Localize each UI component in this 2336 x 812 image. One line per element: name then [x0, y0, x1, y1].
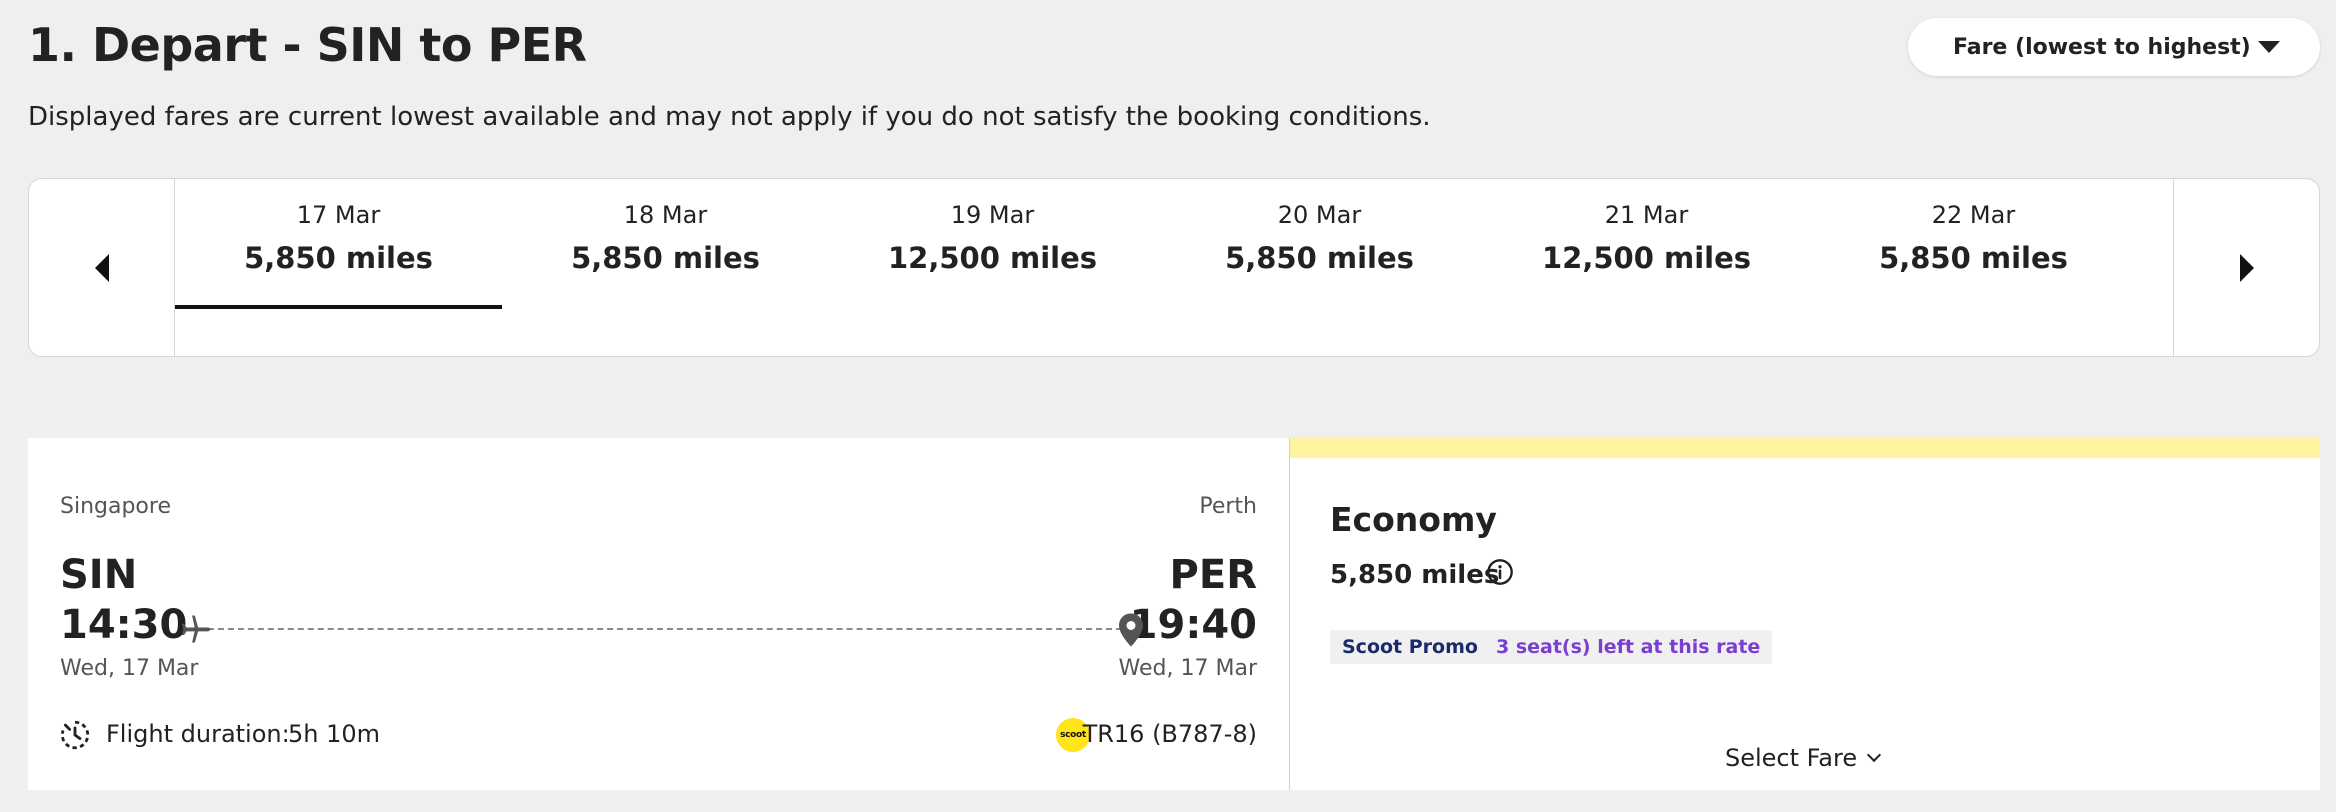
departure-date: Wed, 17 Mar: [60, 656, 199, 681]
date-tabs: 17 Mar 5,850 miles 18 Mar 5,850 miles 19…: [175, 179, 2174, 356]
chevron-right-icon: [2239, 253, 2254, 282]
chevron-down-icon: [1867, 747, 1882, 763]
arrival-time: 19:40: [1129, 602, 1257, 648]
sort-dropdown[interactable]: Fare (lowest to highest): [1908, 18, 2320, 76]
date-tab-17-mar[interactable]: 17 Mar 5,850 miles: [175, 179, 502, 309]
prev-dates-button[interactable]: [29, 179, 175, 356]
date-tab-date: 22 Mar: [1931, 201, 2016, 229]
date-tab-miles: 5,850 miles: [1879, 241, 2068, 275]
date-tab-21-mar[interactable]: 21 Mar 12,500 miles: [1483, 179, 1810, 309]
caret-down-icon: [2258, 41, 2280, 53]
destination-city: Perth: [1199, 494, 1257, 519]
seats-left-badge: 3 seat(s) left at this rate: [1484, 630, 1773, 664]
flight-details-card: Singapore Perth SIN PER 14:30 19:40 Wed,…: [28, 438, 1290, 790]
date-tab-date: 20 Mar: [1277, 201, 1362, 229]
info-icon[interactable]: [1486, 558, 1514, 586]
clock-icon: [60, 720, 90, 750]
date-tab-19-mar[interactable]: 19 Mar 12,500 miles: [829, 179, 1156, 309]
location-pin-icon: [1119, 613, 1143, 647]
date-tab-miles: 5,850 miles: [244, 241, 433, 275]
date-tab-date: 19 Mar: [950, 201, 1035, 229]
duration-label: Flight duration:: [106, 720, 290, 748]
date-tab-miles: 5,850 miles: [571, 241, 760, 275]
flight-selection-page: 1. Depart - SIN to PER Displayed fares a…: [0, 0, 2336, 812]
select-fare-button[interactable]: Select Fare: [1725, 744, 1882, 772]
chevron-left-icon: [94, 253, 109, 282]
origin-city: Singapore: [60, 494, 171, 519]
date-tab-date: 18 Mar: [623, 201, 708, 229]
date-tab-22-mar[interactable]: 22 Mar 5,850 miles: [1810, 179, 2137, 309]
promo-badge: Scoot Promo: [1330, 630, 1490, 664]
date-tab-miles: 12,500 miles: [887, 241, 1098, 275]
destination-code: PER: [1169, 552, 1257, 598]
date-carousel: 17 Mar 5,850 miles 18 Mar 5,850 miles 19…: [28, 178, 2320, 357]
date-tab-miles: 12,500 miles: [1541, 241, 1752, 275]
plane-icon: [181, 615, 211, 643]
select-fare-label: Select Fare: [1725, 744, 1858, 772]
date-tab-date: 21 Mar: [1604, 201, 1689, 229]
fare-card-economy: Economy 5,850 miles Scoot Promo 3 seat(s…: [1290, 438, 2320, 790]
origin-code: SIN: [60, 552, 138, 598]
flight-number: TR16 (B787-8): [1082, 720, 1257, 748]
route-line: [198, 628, 1122, 630]
date-tab-miles: 5,850 miles: [1225, 241, 1414, 275]
sort-selected-label: Fare (lowest to highest): [1953, 34, 2251, 60]
date-tab-18-mar[interactable]: 18 Mar 5,850 miles: [502, 179, 829, 309]
page-subtitle: Displayed fares are current lowest avail…: [28, 102, 1431, 132]
fare-miles: 5,850 miles: [1330, 560, 1500, 590]
departure-time: 14:30: [60, 602, 188, 648]
fare-cabin-title: Economy: [1330, 500, 1497, 539]
duration-value: 5h 10m: [288, 720, 381, 748]
page-title: 1. Depart - SIN to PER: [28, 18, 587, 72]
arrival-date: Wed, 17 Mar: [1118, 656, 1257, 681]
date-tab-date: 17 Mar: [296, 201, 381, 229]
date-tab-20-mar[interactable]: 20 Mar 5,850 miles: [1156, 179, 1483, 309]
next-dates-button[interactable]: [2173, 179, 2319, 356]
